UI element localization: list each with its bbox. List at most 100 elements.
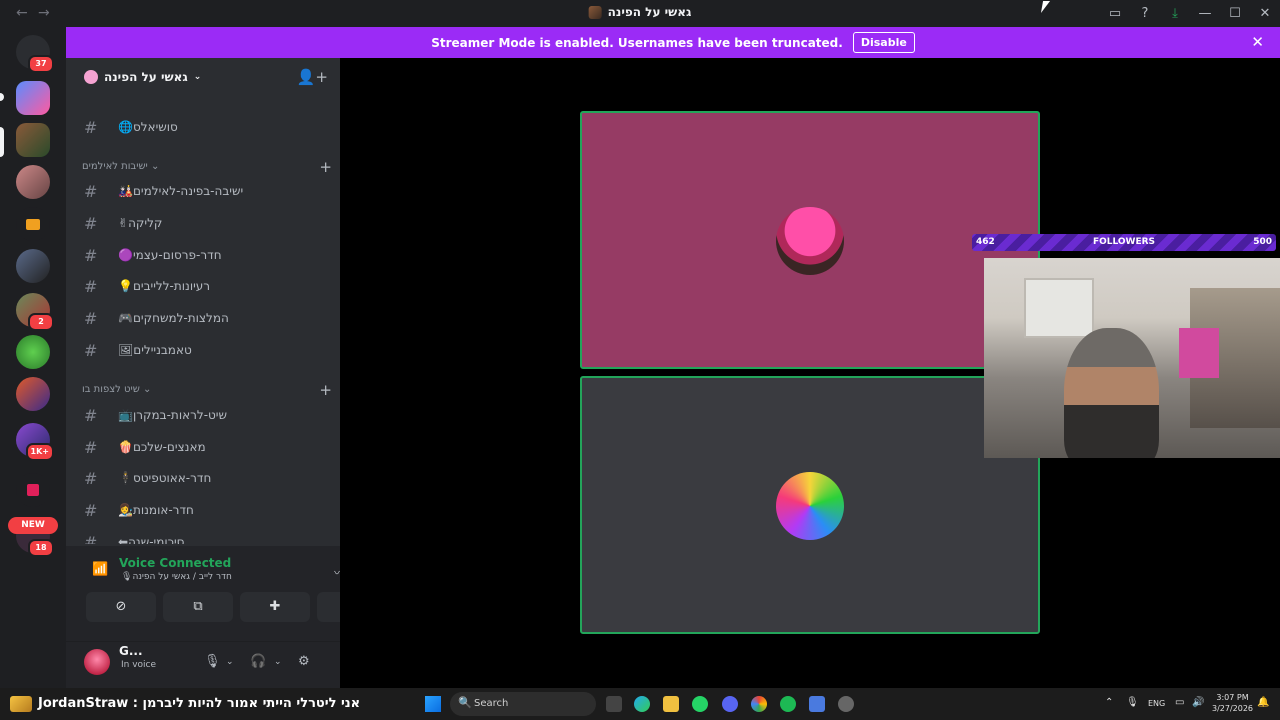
screen-share-icon: ⧉	[193, 599, 203, 614]
server-icon[interactable]	[16, 165, 50, 199]
add-channel-icon[interactable]: +	[319, 158, 332, 176]
hash-icon: #	[84, 182, 98, 201]
file-explorer-icon[interactable]	[663, 696, 679, 712]
chevron-up-icon[interactable]: ⌃	[1105, 697, 1113, 708]
category-header[interactable]: ישיבות לאילמים ⌄ +	[82, 158, 332, 177]
microphone-icon[interactable]: 🎙	[204, 654, 221, 669]
server-icon[interactable]	[16, 473, 50, 507]
help-icon[interactable]: ?	[1130, 6, 1160, 21]
taskbar: JordanStraw : אני ליטרלי הייתי אמור להיו…	[0, 688, 1280, 720]
screen-share-button[interactable]: ⧉	[163, 592, 233, 622]
new-badge: NEW	[8, 517, 58, 534]
settings-gear-icon[interactable]: ⚙	[298, 654, 310, 669]
spotify-icon[interactable]	[780, 696, 796, 712]
stream-app-icon[interactable]	[10, 696, 32, 712]
app-icon[interactable]	[838, 696, 854, 712]
add-member-icon[interactable]: 👤+	[297, 68, 328, 86]
inbox-icon[interactable]: ▭	[1100, 6, 1130, 21]
notification-bell-icon[interactable]: 🔔	[1257, 697, 1269, 708]
add-channel-icon[interactable]: +	[319, 381, 332, 399]
server-icon[interactable]	[16, 123, 50, 157]
forward-arrow-icon[interactable]: →	[38, 5, 50, 21]
hash-icon: #	[84, 246, 98, 265]
participant-tile[interactable]	[580, 111, 1040, 369]
folder-icon[interactable]	[16, 207, 50, 241]
server-icon	[84, 70, 98, 84]
banner-text: Streamer Mode is enabled. Usernames have…	[431, 35, 843, 50]
hash-icon: #	[84, 438, 98, 457]
hash-icon: #	[84, 341, 98, 360]
channel-item[interactable]: # 🌐סושיאלס	[74, 113, 332, 141]
signal-icon[interactable]: 📶	[92, 562, 108, 577]
server-icon[interactable]: 2	[16, 293, 54, 331]
streamer-mode-banner: Streamer Mode is enabled. Usernames have…	[66, 27, 1280, 58]
title-bar: ← → גאשי על הפינה ▭ ? ⤓ — ☐ ✕	[0, 0, 1280, 27]
channel-item[interactable]: # 👩‍🎨חדר-אומנות	[74, 496, 332, 524]
participant-avatar	[776, 472, 844, 540]
user-panel: G... In voice 🎙 ⌄ 🎧 ⌄ ⚙	[66, 642, 340, 688]
server-icon[interactable]: 1K+	[16, 423, 54, 461]
channel-item[interactable]: # 💡רעיונות-ללייבים	[74, 272, 332, 300]
activities-button[interactable]: ✚	[240, 592, 310, 622]
participant-tile[interactable]	[580, 376, 1040, 634]
server-header[interactable]: גאשי על הפינה ⌄ 👤+	[66, 58, 340, 98]
headphones-icon[interactable]: 🎧	[250, 654, 266, 669]
hash-icon: #	[84, 469, 98, 488]
back-arrow-icon[interactable]: ←	[16, 5, 28, 21]
whatsapp-icon[interactable]	[692, 696, 708, 712]
discord-icon[interactable]	[722, 696, 738, 712]
participant-avatar	[776, 207, 844, 275]
server-name: גאשי על הפינה	[104, 70, 188, 84]
chevron-down-icon: ⌄	[193, 72, 202, 82]
channel-item[interactable]: # 🟣חדר-פרסום-עצמי	[74, 241, 332, 269]
channel-item[interactable]: # 🕴חדר-אאוטפיטס	[74, 464, 332, 492]
channel-item[interactable]: # 🎎ישיבה-בפינה-לאילמים	[74, 177, 332, 205]
chrome-icon[interactable]	[751, 696, 767, 712]
task-view-icon[interactable]	[606, 696, 622, 712]
close-icon[interactable]: ✕	[1250, 6, 1280, 21]
username[interactable]: G...	[119, 644, 143, 658]
microphone-icon[interactable]: 🎙	[1126, 697, 1139, 708]
server-icon[interactable]	[16, 377, 50, 411]
server-title-icon	[588, 5, 602, 19]
chevron-down-icon[interactable]: ⌄	[226, 657, 234, 667]
server-icon[interactable]	[16, 249, 50, 283]
disable-button[interactable]: Disable	[852, 32, 915, 53]
hash-icon: #	[84, 277, 98, 296]
channel-item[interactable]: # ✌קליקה	[74, 209, 332, 237]
camera-button[interactable]: ⊘	[86, 592, 156, 622]
window-title: גאשי על הפינה	[588, 5, 691, 19]
volume-icon[interactable]: 🔊	[1192, 697, 1204, 708]
close-icon[interactable]: ✕	[1251, 33, 1264, 51]
notepad-icon[interactable]	[809, 696, 825, 712]
follower-goal-bar: FOLLOWERS 462 500	[972, 234, 1276, 251]
channel-item[interactable]: # 🖼טאמבניילים	[74, 336, 332, 364]
channel-item[interactable]: # ⬅סיכומי-שנה	[74, 528, 332, 544]
hash-icon: #	[84, 214, 98, 233]
network-icon[interactable]: ▭	[1175, 697, 1184, 708]
voice-location[interactable]: 🎙חדר לייב / גאשי על הפינה	[121, 572, 232, 582]
server-icon[interactable]	[16, 335, 50, 369]
server-icon[interactable]	[16, 81, 50, 115]
download-icon[interactable]: ⤓	[1160, 6, 1190, 21]
minimize-icon[interactable]: —	[1190, 6, 1220, 21]
maximize-icon[interactable]: ☐	[1220, 6, 1250, 21]
hash-icon: #	[84, 406, 98, 425]
channel-item[interactable]: # 🍿מאנצים-שלכם	[74, 433, 332, 461]
activities-icon: ✚	[269, 599, 281, 614]
camera-off-icon: ⊘	[115, 599, 127, 614]
taskbar-search[interactable]: 🔍 Search	[450, 692, 596, 716]
channel-item[interactable]: # 🎮המלצות-למשחקים	[74, 304, 332, 332]
avatar[interactable]	[84, 649, 110, 675]
channel-item[interactable]: # 📺שיט-לראות-במקרן	[74, 401, 332, 429]
language-indicator[interactable]: ENG	[1148, 699, 1165, 708]
home-badge: 37	[28, 55, 54, 73]
discord-home-icon[interactable]: 37	[16, 35, 54, 73]
voice-status[interactable]: Voice Connected	[119, 556, 231, 570]
user-status: In voice	[121, 660, 157, 670]
edge-icon[interactable]	[634, 696, 650, 712]
windows-start-icon[interactable]	[425, 696, 441, 712]
system-clock[interactable]: 3:07 PM 3/27/2026	[1212, 692, 1253, 714]
category-header[interactable]: שיט לצפות בו ⌄ +	[82, 381, 332, 400]
chevron-down-icon[interactable]: ⌄	[274, 657, 282, 667]
